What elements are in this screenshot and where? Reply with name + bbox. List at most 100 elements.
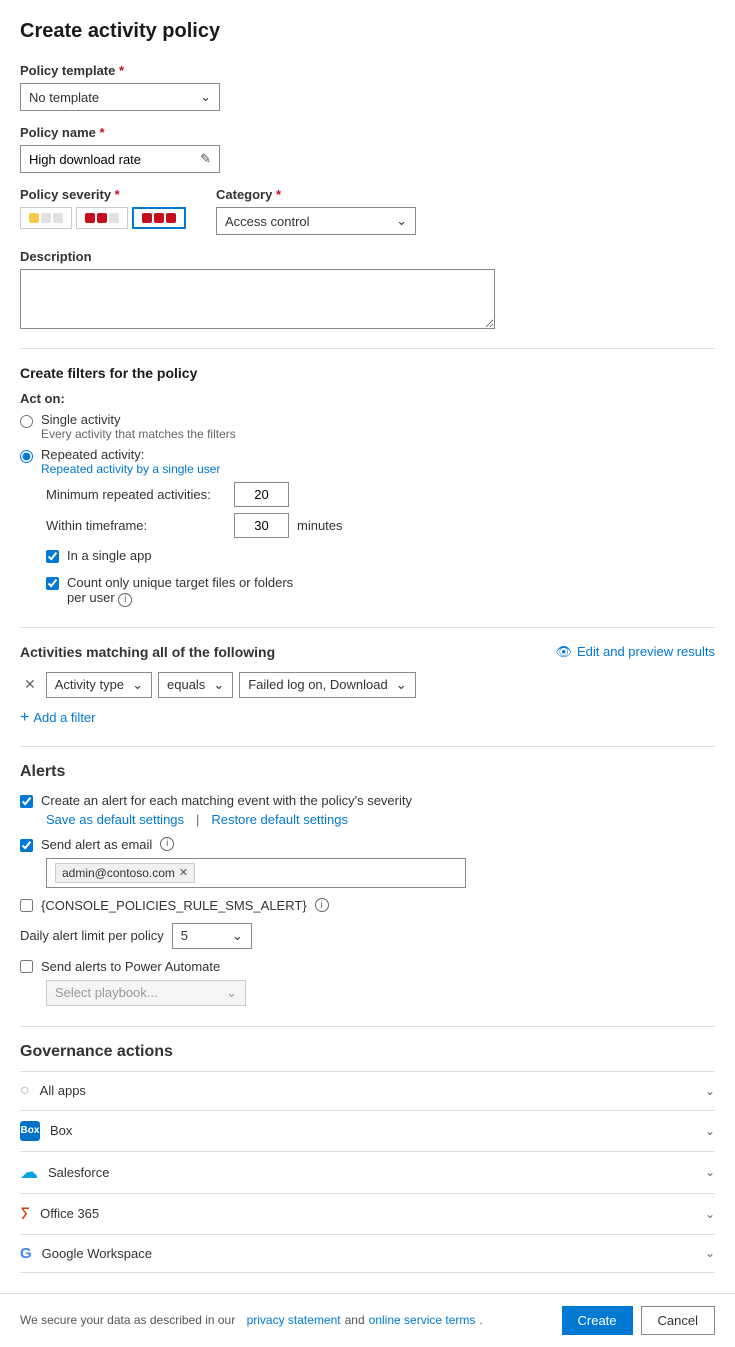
count-unique-checkbox[interactable]	[46, 577, 59, 590]
gov-salesforce[interactable]: ☁ Salesforce ⌄	[20, 1151, 715, 1193]
policy-name-input[interactable]	[29, 152, 200, 167]
within-timeframe-label: Within timeframe:	[46, 518, 226, 533]
repeated-activity-radio[interactable]	[20, 450, 33, 463]
email-tags-input[interactable]: admin@contoso.com ✕	[46, 858, 466, 888]
all-apps-icon: ○	[20, 1082, 30, 1100]
severity-high-btn[interactable]	[132, 207, 186, 229]
footer-and: and	[345, 1313, 365, 1327]
chevron-down-icon: ⌄	[132, 677, 143, 693]
footer: We secure your data as described in our …	[0, 1293, 735, 1347]
create-alert-label: Create an alert for each matching event …	[41, 793, 412, 808]
in-single-app-checkbox[interactable]	[46, 550, 59, 563]
filter-header: Activities matching all of the following…	[20, 644, 715, 660]
filter-remove-btn[interactable]: ✕	[20, 674, 40, 695]
description-label: Description	[20, 249, 715, 264]
alerts-section: Alerts Create an alert for each matching…	[20, 763, 715, 1006]
gov-all-apps[interactable]: ○ All apps ⌄	[20, 1071, 715, 1110]
in-single-app-label: In a single app	[67, 548, 152, 563]
info-icon: i	[118, 593, 132, 607]
repeated-activity-label: Repeated activity:	[41, 447, 220, 462]
policy-name-label: Policy name	[20, 125, 715, 140]
min-repeated-input[interactable]	[234, 482, 289, 507]
single-activity-option: Single activity Every activity that matc…	[20, 412, 715, 441]
description-section: Description	[20, 249, 715, 332]
power-automate-row: Send alerts to Power Automate	[20, 959, 715, 974]
power-automate-checkbox[interactable]	[20, 960, 33, 973]
send-email-label: Send alert as email	[41, 837, 152, 852]
chevron-down-icon: ⌄	[705, 1124, 715, 1138]
send-email-row: Send alert as email i	[20, 837, 715, 852]
chevron-down-icon: ⌄	[705, 1084, 715, 1098]
filters-title: Create filters for the policy	[20, 365, 715, 381]
single-activity-label: Single activity	[41, 412, 236, 427]
send-email-checkbox[interactable]	[20, 839, 33, 852]
description-textarea[interactable]	[20, 269, 495, 329]
salesforce-icon: ☁	[20, 1162, 38, 1183]
severity-category-section: Policy severity	[20, 187, 715, 235]
add-filter-btn[interactable]: + Add a filter	[20, 706, 96, 730]
chevron-down-icon: ⌄	[226, 985, 237, 1001]
operator-dropdown[interactable]: equals ⌄	[158, 672, 233, 698]
count-unique-row: Count only unique target files or folder…	[46, 575, 715, 607]
min-repeated-field: Minimum repeated activities:	[46, 482, 715, 507]
terms-link[interactable]: online service terms	[369, 1313, 476, 1327]
footer-buttons: Create Cancel	[562, 1306, 716, 1335]
severity-medium-btn[interactable]	[76, 207, 128, 229]
chevron-down-icon: ⌄	[396, 213, 407, 229]
gov-box[interactable]: Box Box ⌄	[20, 1110, 715, 1151]
restore-default-link[interactable]: Restore default settings	[211, 812, 348, 827]
create-alert-row: Create an alert for each matching event …	[20, 793, 715, 808]
chevron-down-icon: ⌄	[705, 1246, 715, 1260]
filters-section: Create filters for the policy Act on: Si…	[20, 365, 715, 607]
power-automate-label: Send alerts to Power Automate	[41, 959, 220, 974]
playbook-select[interactable]: Select playbook... ⌄	[46, 980, 246, 1006]
category-label: Category	[216, 187, 416, 202]
governance-title: Governance actions	[20, 1043, 715, 1061]
policy-template-label: Policy template	[20, 63, 715, 78]
repeated-activity-sub: Repeated activity by a single user	[41, 462, 220, 476]
office365-icon: ⵢ	[20, 1204, 30, 1224]
chevron-down-icon: ⌄	[200, 89, 211, 105]
sms-alert-checkbox[interactable]	[20, 899, 33, 912]
min-repeated-label: Minimum repeated activities:	[46, 487, 226, 502]
activities-filter-section: Activities matching all of the following…	[20, 644, 715, 730]
google-workspace-icon: G	[20, 1245, 32, 1262]
policy-template-select[interactable]: No template ⌄	[20, 83, 220, 111]
activity-type-dropdown[interactable]: Activity type ⌄	[46, 672, 152, 698]
footer-period: .	[479, 1313, 482, 1327]
create-alert-checkbox[interactable]	[20, 795, 33, 808]
email-tag: admin@contoso.com ✕	[55, 863, 195, 883]
single-activity-radio[interactable]	[20, 415, 33, 428]
chevron-down-icon: ⌄	[232, 928, 243, 944]
cancel-button[interactable]: Cancel	[641, 1306, 715, 1335]
filter-value-dropdown[interactable]: Failed log on, Download ⌄	[239, 672, 415, 698]
single-activity-sub: Every activity that matches the filters	[41, 427, 236, 441]
sms-alert-row: {CONSOLE_POLICIES_RULE_SMS_ALERT} i	[20, 898, 715, 913]
chevron-down-icon: ⌄	[213, 677, 224, 693]
privacy-link[interactable]: privacy statement	[247, 1313, 341, 1327]
count-unique-sub: per user i	[67, 590, 132, 605]
create-button[interactable]: Create	[562, 1306, 633, 1335]
repeated-details: Minimum repeated activities: Within time…	[46, 482, 715, 607]
gov-office365[interactable]: ⵢ Office 365 ⌄	[20, 1193, 715, 1234]
severity-low-btn[interactable]	[20, 207, 72, 229]
policy-name-input-wrapper: ✎	[20, 145, 220, 173]
playbook-placeholder: Select playbook...	[55, 985, 158, 1000]
plus-icon: +	[20, 710, 29, 726]
alerts-title: Alerts	[20, 763, 715, 781]
timeframe-unit: minutes	[297, 518, 343, 533]
email-tag-remove[interactable]: ✕	[179, 866, 188, 879]
save-default-link[interactable]: Save as default settings	[46, 812, 184, 827]
daily-limit-row: Daily alert limit per policy 5 ⌄	[20, 923, 715, 949]
sms-alert-label: {CONSOLE_POLICIES_RULE_SMS_ALERT}	[41, 898, 307, 913]
edit-icon: ✎	[200, 151, 211, 167]
category-select[interactable]: Access control ⌄	[216, 207, 416, 235]
send-email-info-icon: i	[160, 837, 174, 851]
repeated-activity-option: Repeated activity: Repeated activity by …	[20, 447, 715, 476]
within-timeframe-field: Within timeframe: minutes	[46, 513, 715, 538]
gov-google-workspace[interactable]: G Google Workspace ⌄	[20, 1234, 715, 1273]
daily-limit-select[interactable]: 5 ⌄	[172, 923, 252, 949]
within-timeframe-input[interactable]	[234, 513, 289, 538]
box-icon: Box	[20, 1121, 40, 1141]
edit-preview-link[interactable]: 👁 Edit and preview results	[555, 644, 715, 660]
